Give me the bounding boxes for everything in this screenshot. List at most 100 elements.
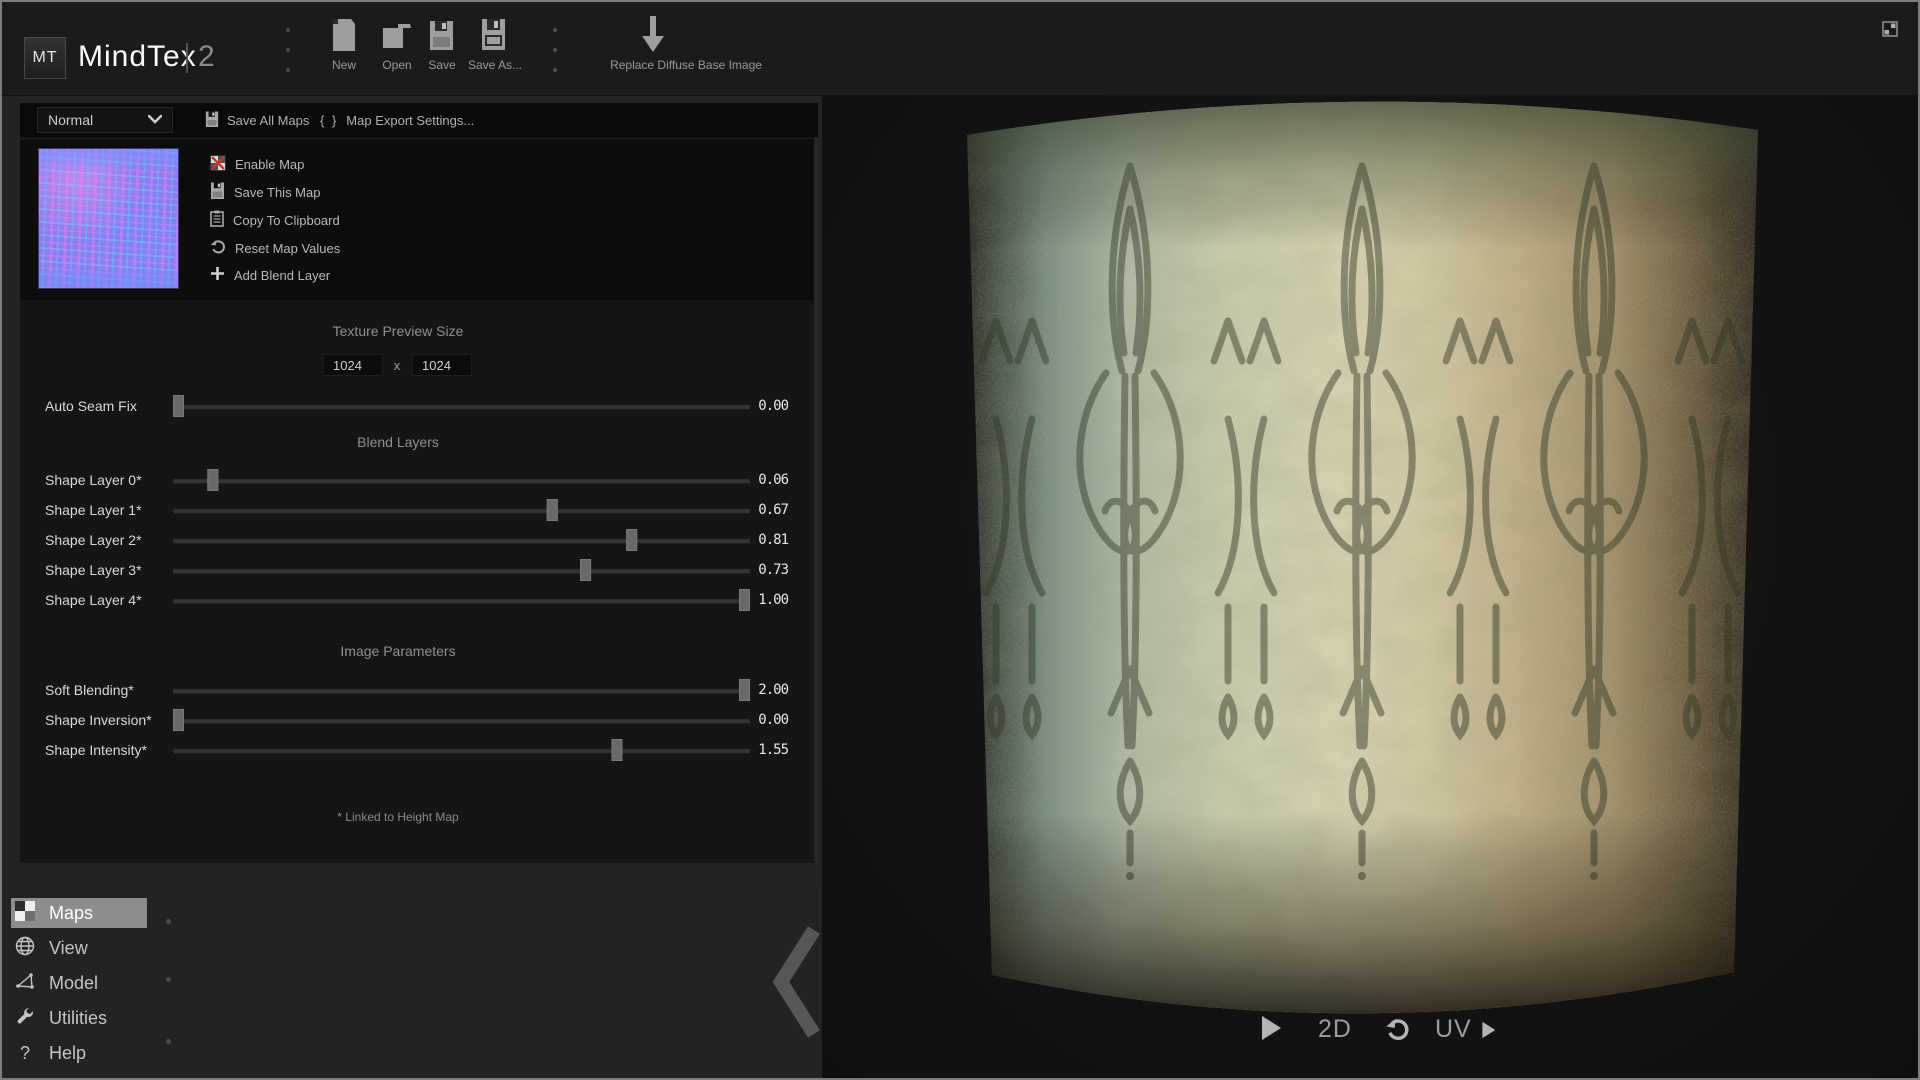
title-divider — [186, 43, 188, 73]
shape-layer-0-label: Shape Layer 0* — [45, 472, 142, 488]
download-arrow-icon — [640, 14, 666, 61]
new-button-label: New — [314, 58, 374, 72]
slider-thumb[interactable] — [547, 499, 558, 521]
expand-icon[interactable] — [1881, 20, 1899, 38]
sidebar-item-label: Model — [49, 973, 98, 994]
preview-width-value: 1024 — [333, 358, 362, 373]
mindtex-window: MT MindTex 2 New Open Save — [0, 0, 1920, 1080]
slider-thumb[interactable] — [173, 395, 184, 417]
mode-2d-button[interactable]: 2D — [1318, 1015, 1352, 1044]
map-type-dropdown[interactable]: Normal — [37, 107, 173, 133]
collapse-panel-button[interactable] — [768, 925, 826, 1039]
shape-intensity-row: Shape Intensity* 1.55 — [20, 738, 818, 762]
reset-map-values-button[interactable]: Reset Map Values — [210, 238, 340, 258]
plus-icon — [210, 266, 225, 284]
normal-map-thumbnail[interactable] — [38, 148, 179, 289]
shape-layer-3-slider[interactable] — [173, 568, 750, 573]
shape-inversion-row: Shape Inversion* 0.00 — [20, 708, 818, 732]
new-button[interactable] — [331, 18, 357, 57]
shape-inversion-value: 0.00 — [716, 712, 788, 728]
sidebar-item-maps[interactable]: Maps — [11, 898, 147, 928]
save-this-map-button[interactable]: Save This Map — [210, 182, 320, 202]
replace-diffuse-label: Replace Diffuse Base Image — [578, 58, 794, 72]
blend-layers-heading: Blend Layers — [20, 434, 776, 450]
play-icon — [1260, 1015, 1282, 1041]
copy-to-clipboard-label: Copy To Clipboard — [233, 213, 340, 228]
shape-layer-1-label: Shape Layer 1* — [45, 502, 142, 518]
preview-height-input[interactable]: 1024 — [412, 354, 472, 376]
app-logo: MT — [24, 37, 66, 79]
enable-map-button[interactable]: Enable Map — [210, 154, 304, 174]
map-panel-header: Normal Save All Maps { } Map Export Sett… — [20, 103, 818, 137]
soft-blending-label: Soft Blending* — [45, 682, 134, 698]
rotate-ccw-icon — [1385, 1017, 1411, 1043]
save-floppy-icon — [210, 182, 225, 202]
add-blend-layer-button[interactable]: Add Blend Layer — [210, 265, 330, 285]
add-blend-layer-label: Add Blend Layer — [234, 268, 330, 283]
slider-thumb[interactable] — [612, 739, 623, 761]
slider-thumb[interactable] — [173, 709, 184, 731]
shape-intensity-slider[interactable] — [173, 748, 750, 753]
stone-cylinder-model — [822, 95, 1918, 1078]
sidebar-item-view[interactable]: View — [11, 933, 147, 963]
reset-rotation-button[interactable] — [1385, 1017, 1411, 1043]
save-button[interactable] — [429, 20, 454, 55]
play-icon — [1481, 1021, 1496, 1039]
shape-layer-3-label: Shape Layer 3* — [45, 562, 142, 578]
size-separator: x — [386, 358, 408, 373]
sidebar-item-help[interactable]: ? Help — [11, 1038, 147, 1068]
slider-thumb[interactable] — [626, 529, 637, 551]
enable-map-label: Enable Map — [235, 157, 304, 172]
save-all-maps-button[interactable]: Save All Maps — [205, 103, 309, 137]
image-parameters-heading: Image Parameters — [20, 643, 776, 659]
open-folder-icon — [382, 22, 412, 55]
texture-preview-size-heading: Texture Preview Size — [20, 323, 776, 339]
nav-dot — [166, 977, 171, 982]
reset-rotate-icon — [210, 239, 226, 258]
collapse-chevron-icon — [768, 925, 826, 1039]
preview-width-input[interactable]: 1024 — [323, 354, 383, 376]
3d-preview-viewport[interactable]: 2D UV — [822, 95, 1918, 1078]
app-logo-text: MT — [32, 49, 57, 67]
shape-layer-0-slider[interactable] — [173, 478, 750, 483]
sidebar-item-utilities[interactable]: Utilities — [11, 1003, 147, 1033]
panel-scrollbar[interactable] — [814, 137, 818, 863]
shape-inversion-slider[interactable] — [173, 718, 750, 723]
replace-diffuse-button[interactable] — [640, 14, 666, 61]
soft-blending-slider[interactable] — [173, 688, 750, 693]
shape-inversion-label: Shape Inversion* — [45, 712, 152, 728]
uv-label: UV — [1435, 1015, 1472, 1044]
save-this-map-label: Save This Map — [234, 185, 320, 200]
sidebar-item-model[interactable]: Model — [11, 968, 147, 998]
save-floppy-icon — [205, 111, 219, 130]
shape-layer-4-value: 1.00 — [716, 592, 788, 608]
open-button[interactable] — [382, 22, 412, 55]
soft-blending-row: Soft Blending* 2.00 — [20, 678, 818, 702]
model-wireframe-icon — [15, 971, 35, 996]
map-export-settings-button[interactable]: { } Map Export Settings... — [320, 103, 474, 137]
shape-intensity-label: Shape Intensity* — [45, 742, 147, 758]
reset-map-values-label: Reset Map Values — [235, 241, 340, 256]
copy-to-clipboard-button[interactable]: Copy To Clipboard — [210, 210, 340, 230]
question-icon: ? — [15, 1043, 35, 1064]
linked-to-height-map-note: * Linked to Height Map — [20, 810, 776, 824]
play-animation-button[interactable] — [1260, 1015, 1282, 1041]
shape-layer-2-slider[interactable] — [173, 538, 750, 543]
map-type-selected: Normal — [48, 112, 93, 128]
save-as-floppy-icon — [481, 18, 506, 56]
preview-height-value: 1024 — [422, 358, 451, 373]
auto-seam-fix-row: Auto Seam Fix 0.00 — [20, 394, 818, 418]
slider-thumb[interactable] — [581, 559, 592, 581]
shape-layer-1-slider[interactable] — [173, 508, 750, 513]
uv-view-button[interactable]: UV — [1435, 1015, 1496, 1044]
sidebar-item-label: View — [49, 938, 88, 959]
auto-seam-fix-slider[interactable] — [173, 404, 750, 409]
shape-layer-4-slider[interactable] — [173, 598, 750, 603]
soft-blending-value: 2.00 — [716, 682, 788, 698]
shape-layer-1-row: Shape Layer 1* 0.67 — [20, 498, 818, 522]
save-as-button[interactable] — [481, 18, 506, 56]
save-floppy-icon — [429, 20, 454, 55]
map-export-settings-label: Map Export Settings... — [346, 113, 474, 128]
slider-thumb[interactable] — [207, 469, 218, 491]
shape-layer-1-value: 0.67 — [716, 502, 788, 518]
